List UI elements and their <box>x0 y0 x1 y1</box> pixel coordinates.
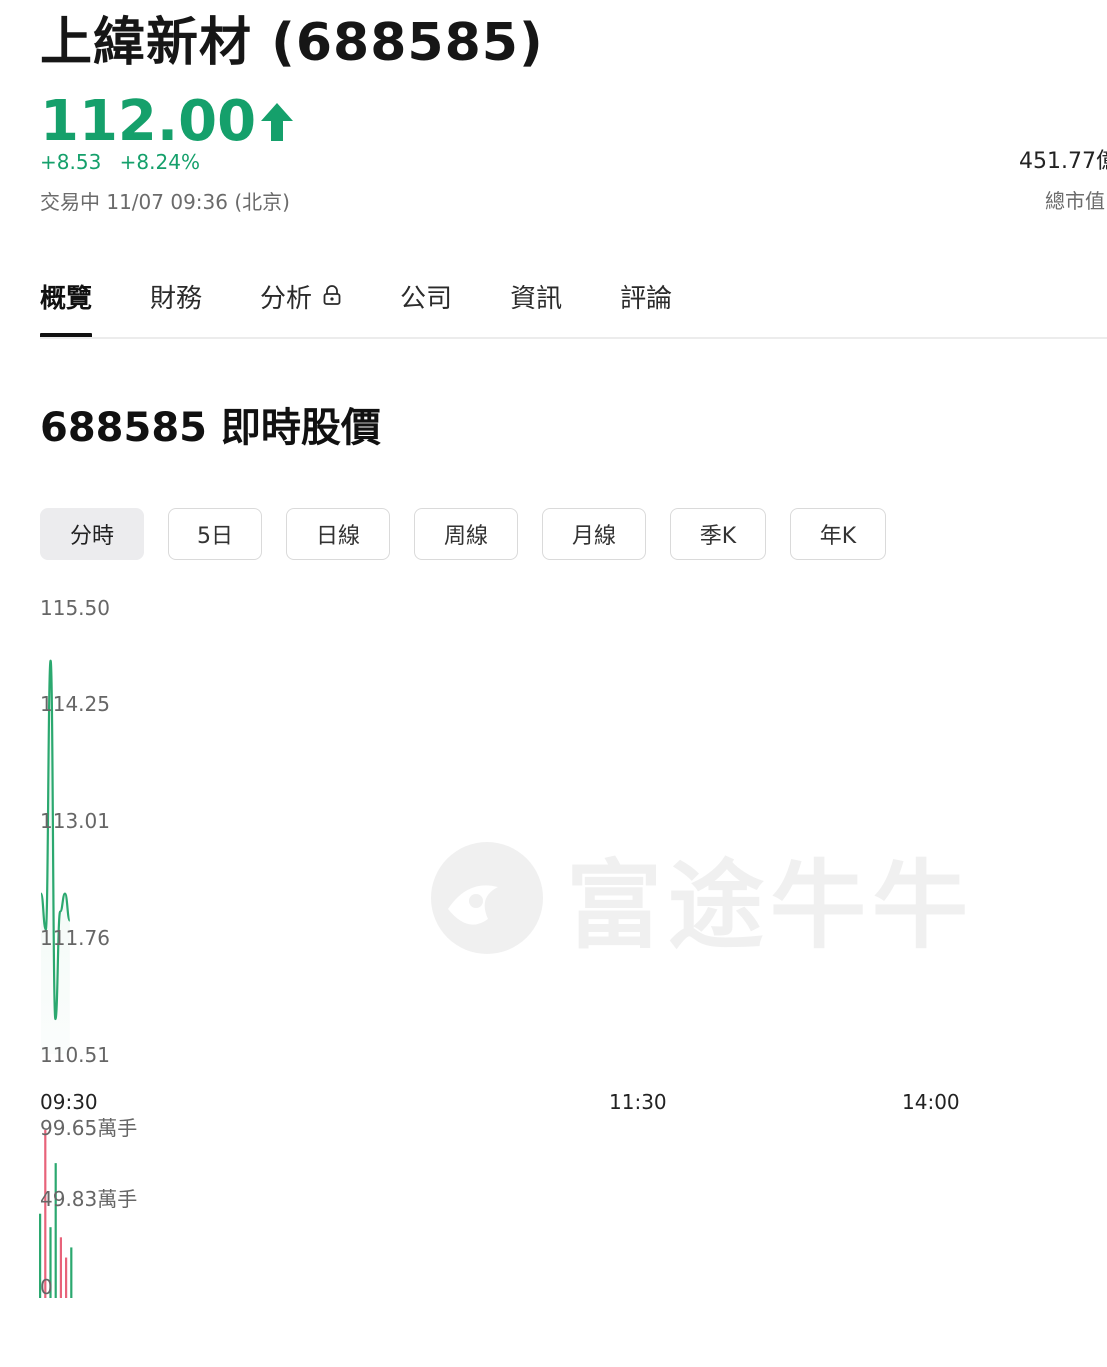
volume-bar <box>65 1257 68 1298</box>
period-yearly[interactable]: 年K <box>790 508 886 560</box>
volume-tick-label: 99.65萬手 <box>40 1116 138 1140</box>
y-tick-label: 110.51 <box>40 1043 110 1067</box>
change-value: +8.53 <box>40 150 102 174</box>
tab-news[interactable]: 資訊 <box>510 270 562 338</box>
tabs-divider <box>40 337 1107 339</box>
trading-status: 交易中 11/07 09:36 (北京) <box>40 190 290 214</box>
period-selector: 分時 5日 日線 周線 月線 季K 年K <box>40 508 910 560</box>
tab-company[interactable]: 公司 <box>400 270 452 338</box>
period-daily[interactable]: 日線 <box>286 508 390 560</box>
tab-overview[interactable]: 概覽 <box>40 270 93 338</box>
lock-icon <box>323 285 341 305</box>
volume-tick-label: 49.83萬手 <box>40 1187 138 1211</box>
arrow-up-icon <box>261 103 294 141</box>
volume-bar <box>44 1130 47 1298</box>
market-cap-value: 451.77億 <box>1019 149 1107 174</box>
price-chart <box>39 659 71 1054</box>
tab-analysis[interactable]: 分析 <box>260 270 342 338</box>
period-weekly[interactable]: 周線 <box>414 508 518 560</box>
period-intraday[interactable]: 分時 <box>40 508 144 560</box>
y-tick-label: 114.25 <box>40 692 110 716</box>
price-change: +8.53 +8.24% <box>40 150 212 174</box>
period-monthly[interactable]: 月線 <box>542 508 646 560</box>
tab-bar: 概覽 財務 分析 公司 資訊 評論 <box>40 270 730 338</box>
change-percent: +8.24% <box>119 150 200 174</box>
volume-tick-label: 0 <box>40 1275 53 1299</box>
volume-chart <box>39 1130 73 1298</box>
section-title: 688585 即時股價 <box>40 405 381 451</box>
price-value: 112.00 <box>40 89 257 154</box>
page-title: 上緯新材 (688585) <box>40 13 544 73</box>
y-tick-label: 115.50 <box>40 596 110 620</box>
volume-bar <box>59 1237 62 1298</box>
volume-bar <box>70 1247 73 1298</box>
price-area <box>41 660 70 1054</box>
y-tick-label: 113.01 <box>40 809 110 833</box>
period-quarterly[interactable]: 季K <box>670 508 766 560</box>
market-cap-label: 總市值 <box>1045 189 1105 213</box>
tab-finance[interactable]: 財務 <box>150 270 202 338</box>
tab-comments[interactable]: 評論 <box>620 270 672 338</box>
period-5day[interactable]: 5日 <box>168 508 262 560</box>
current-price: 112.00 <box>40 88 294 156</box>
y-tick-label: 111.76 <box>40 926 110 950</box>
